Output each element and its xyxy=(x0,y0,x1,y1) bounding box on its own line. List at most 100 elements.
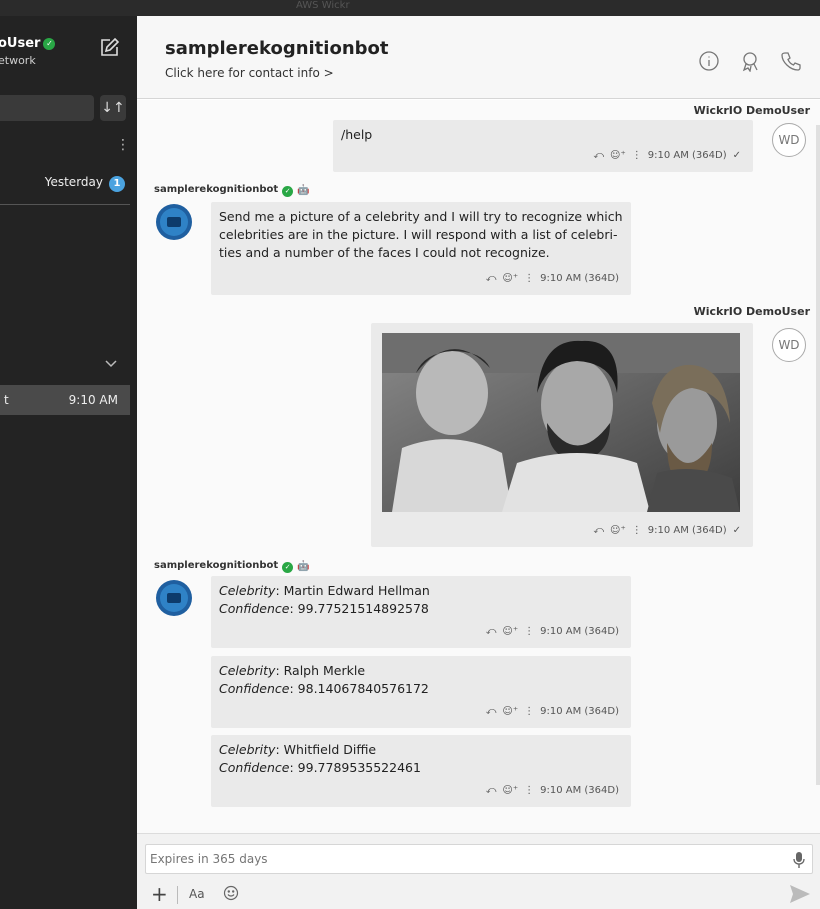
message-meta: ⤺ ☺⁺ ⋮ 9:10 AM (364D) ✓ xyxy=(587,522,741,540)
phone-icon[interactable] xyxy=(780,50,802,72)
conversation-title: samplerekognitionbot xyxy=(165,38,389,59)
message-meta: ⤺ ☺⁺ ⋮ 9:10 AM (364D) xyxy=(480,623,619,641)
verified-icon: ✓ xyxy=(282,562,294,573)
reply-icon[interactable]: ⤺ xyxy=(486,626,497,637)
message-text: Send me a picture of a celebrity and I w… xyxy=(219,209,623,260)
confidence-label: Confidence xyxy=(219,681,290,696)
sender-name: samplerekognitionbot xyxy=(154,560,279,571)
message-sender: WickrIO DemoUser xyxy=(693,104,810,117)
message-meta: ⤺ ☺⁺ ⋮ 9:10 AM (364D) ✓ xyxy=(587,147,741,165)
sort-icon[interactable]: ↓↑ xyxy=(100,95,126,121)
window-titlebar: AWS Wickr xyxy=(0,0,820,16)
celebrity-name: : Martin Edward Hellman xyxy=(275,583,430,598)
message-meta: ⤺ ☺⁺ ⋮ 9:10 AM (364D) xyxy=(480,703,619,721)
celebrity-label: Celebrity xyxy=(219,742,276,757)
message-time: 9:10 AM (364D) xyxy=(540,706,619,717)
more-icon[interactable]: ⋮ xyxy=(524,785,534,796)
message-text: Celebrity: Martin Edward Hellman Confide… xyxy=(219,582,623,618)
more-icon[interactable]: ⋮ xyxy=(524,706,534,717)
emoji-react-icon[interactable]: ☺⁺ xyxy=(502,785,518,796)
message-list[interactable]: WickrIO DemoUser WD /help ⤺ ☺⁺ ⋮ 9:10 AM (3… xyxy=(137,100,820,833)
send-icon[interactable] xyxy=(789,884,811,904)
search-input[interactable] xyxy=(0,95,94,121)
emoji-react-icon[interactable]: ☺⁺ xyxy=(502,626,518,637)
confidence-value: : 99.7789535522461 xyxy=(289,760,421,775)
more-icon[interactable]: ⋮ xyxy=(632,525,642,536)
emoji-icon[interactable] xyxy=(223,885,239,901)
format-button[interactable]: Aa xyxy=(189,887,205,901)
unread-badge: 1 xyxy=(109,176,125,192)
message-sender: samplerekognitionbot ✓ 🤖 xyxy=(154,560,310,573)
message-time: 9:10 AM (364D) xyxy=(647,525,727,536)
confidence-value: : 99.77521514892578 xyxy=(289,601,429,616)
message-time: 9:10 AM (364D) xyxy=(540,273,619,284)
user-name: oUser xyxy=(0,36,41,51)
divider xyxy=(177,886,178,904)
avatar: WD xyxy=(772,123,806,157)
divider xyxy=(0,204,130,205)
scrollbar[interactable] xyxy=(816,125,820,785)
more-icon[interactable]: ⋮ xyxy=(524,626,534,637)
emoji-react-icon[interactable]: ☺⁺ xyxy=(610,150,626,161)
chevron-down-icon[interactable] xyxy=(104,355,118,369)
confidence-label: Confidence xyxy=(219,601,290,616)
photo-attachment[interactable] xyxy=(382,333,740,512)
message-time: 9:10 AM (364D) xyxy=(540,785,619,796)
avatar xyxy=(156,580,192,616)
message-text: /help xyxy=(341,127,373,142)
message-meta: ⤺ ☺⁺ ⋮ 9:10 AM (364D) xyxy=(480,782,619,800)
celebrity-name: : Ralph Merkle xyxy=(275,663,366,678)
reply-icon[interactable]: ⤺ xyxy=(486,273,497,284)
reply-icon[interactable]: ⤺ xyxy=(593,150,604,161)
emoji-react-icon[interactable]: ☺⁺ xyxy=(502,273,518,284)
conversation-time: 9:10 AM xyxy=(68,393,118,407)
bot-icon: 🤖 xyxy=(297,185,310,196)
delivered-check: ✓ xyxy=(732,525,741,536)
message-bubble[interactable]: /help ⤺ ☺⁺ ⋮ 9:10 AM (364D) ✓ xyxy=(333,120,753,172)
message-composer: + Aa xyxy=(137,833,820,909)
current-user[interactable]: oUser ✓ xyxy=(0,36,56,51)
info-icon[interactable] xyxy=(698,50,720,72)
celebrity-label: Celebrity xyxy=(219,663,276,678)
conversation-item[interactable]: Yesterday 1 xyxy=(45,175,125,192)
sidebar: oUser ✓ etwork ↓↑ ⋮ Yesterday 1 t 9:10 AM xyxy=(0,16,137,909)
message-time: 9:10 AM (364D) xyxy=(647,150,727,161)
delivered-check: ✓ xyxy=(732,150,741,161)
message-text: Celebrity: Whitfield Diffie Confidence: … xyxy=(219,741,623,777)
avatar: WD xyxy=(772,328,806,362)
confidence-value: : 98.14067840576172 xyxy=(289,681,429,696)
message-bubble[interactable]: Celebrity: Martin Edward Hellman Confide… xyxy=(211,576,631,648)
message-bubble[interactable]: Send me a picture of a celebrity and I w… xyxy=(211,202,631,295)
message-text: Celebrity: Ralph Merkle Confidence: 98.1… xyxy=(219,662,623,698)
verified-icon: ✓ xyxy=(282,186,294,197)
mic-icon[interactable] xyxy=(792,851,806,869)
conversation-name: t xyxy=(4,393,9,407)
message-bubble[interactable]: Celebrity: Ralph Merkle Confidence: 98.1… xyxy=(211,656,631,728)
sender-name: samplerekognitionbot xyxy=(154,184,279,195)
emoji-react-icon[interactable]: ☺⁺ xyxy=(610,525,626,536)
contact-info-link[interactable]: Click here for contact info > xyxy=(165,66,334,80)
plus-icon[interactable]: + xyxy=(151,884,168,904)
compose-icon[interactable] xyxy=(98,37,120,59)
message-input[interactable] xyxy=(145,844,813,874)
reply-icon[interactable]: ⤺ xyxy=(486,706,497,717)
emoji-react-icon[interactable]: ☺⁺ xyxy=(502,706,518,717)
message-time: 9:10 AM (364D) xyxy=(540,626,619,637)
more-icon[interactable]: ⋮ xyxy=(524,273,534,284)
avatar xyxy=(156,204,192,240)
bot-icon: 🤖 xyxy=(297,561,310,572)
message-bubble[interactable]: Celebrity: Whitfield Diffie Confidence: … xyxy=(211,735,631,807)
reply-icon[interactable]: ⤺ xyxy=(486,785,497,796)
message-sender: samplerekognitionbot ✓ 🤖 xyxy=(154,184,310,197)
celebrity-label: Celebrity xyxy=(219,583,276,598)
message-sender: WickrIO DemoUser xyxy=(693,305,810,318)
conversation-time: Yesterday xyxy=(44,175,103,189)
reply-icon[interactable]: ⤺ xyxy=(593,525,604,536)
message-meta: ⤺ ☺⁺ ⋮ 9:10 AM (364D) xyxy=(480,270,619,288)
window-title: AWS Wickr xyxy=(296,0,350,11)
celebrity-name: : Whitfield Diffie xyxy=(275,742,377,757)
conversation-item-active[interactable]: t 9:10 AM xyxy=(0,385,130,415)
badge-icon[interactable] xyxy=(740,50,762,73)
more-icon[interactable]: ⋮ xyxy=(116,138,130,152)
more-icon[interactable]: ⋮ xyxy=(632,150,642,161)
